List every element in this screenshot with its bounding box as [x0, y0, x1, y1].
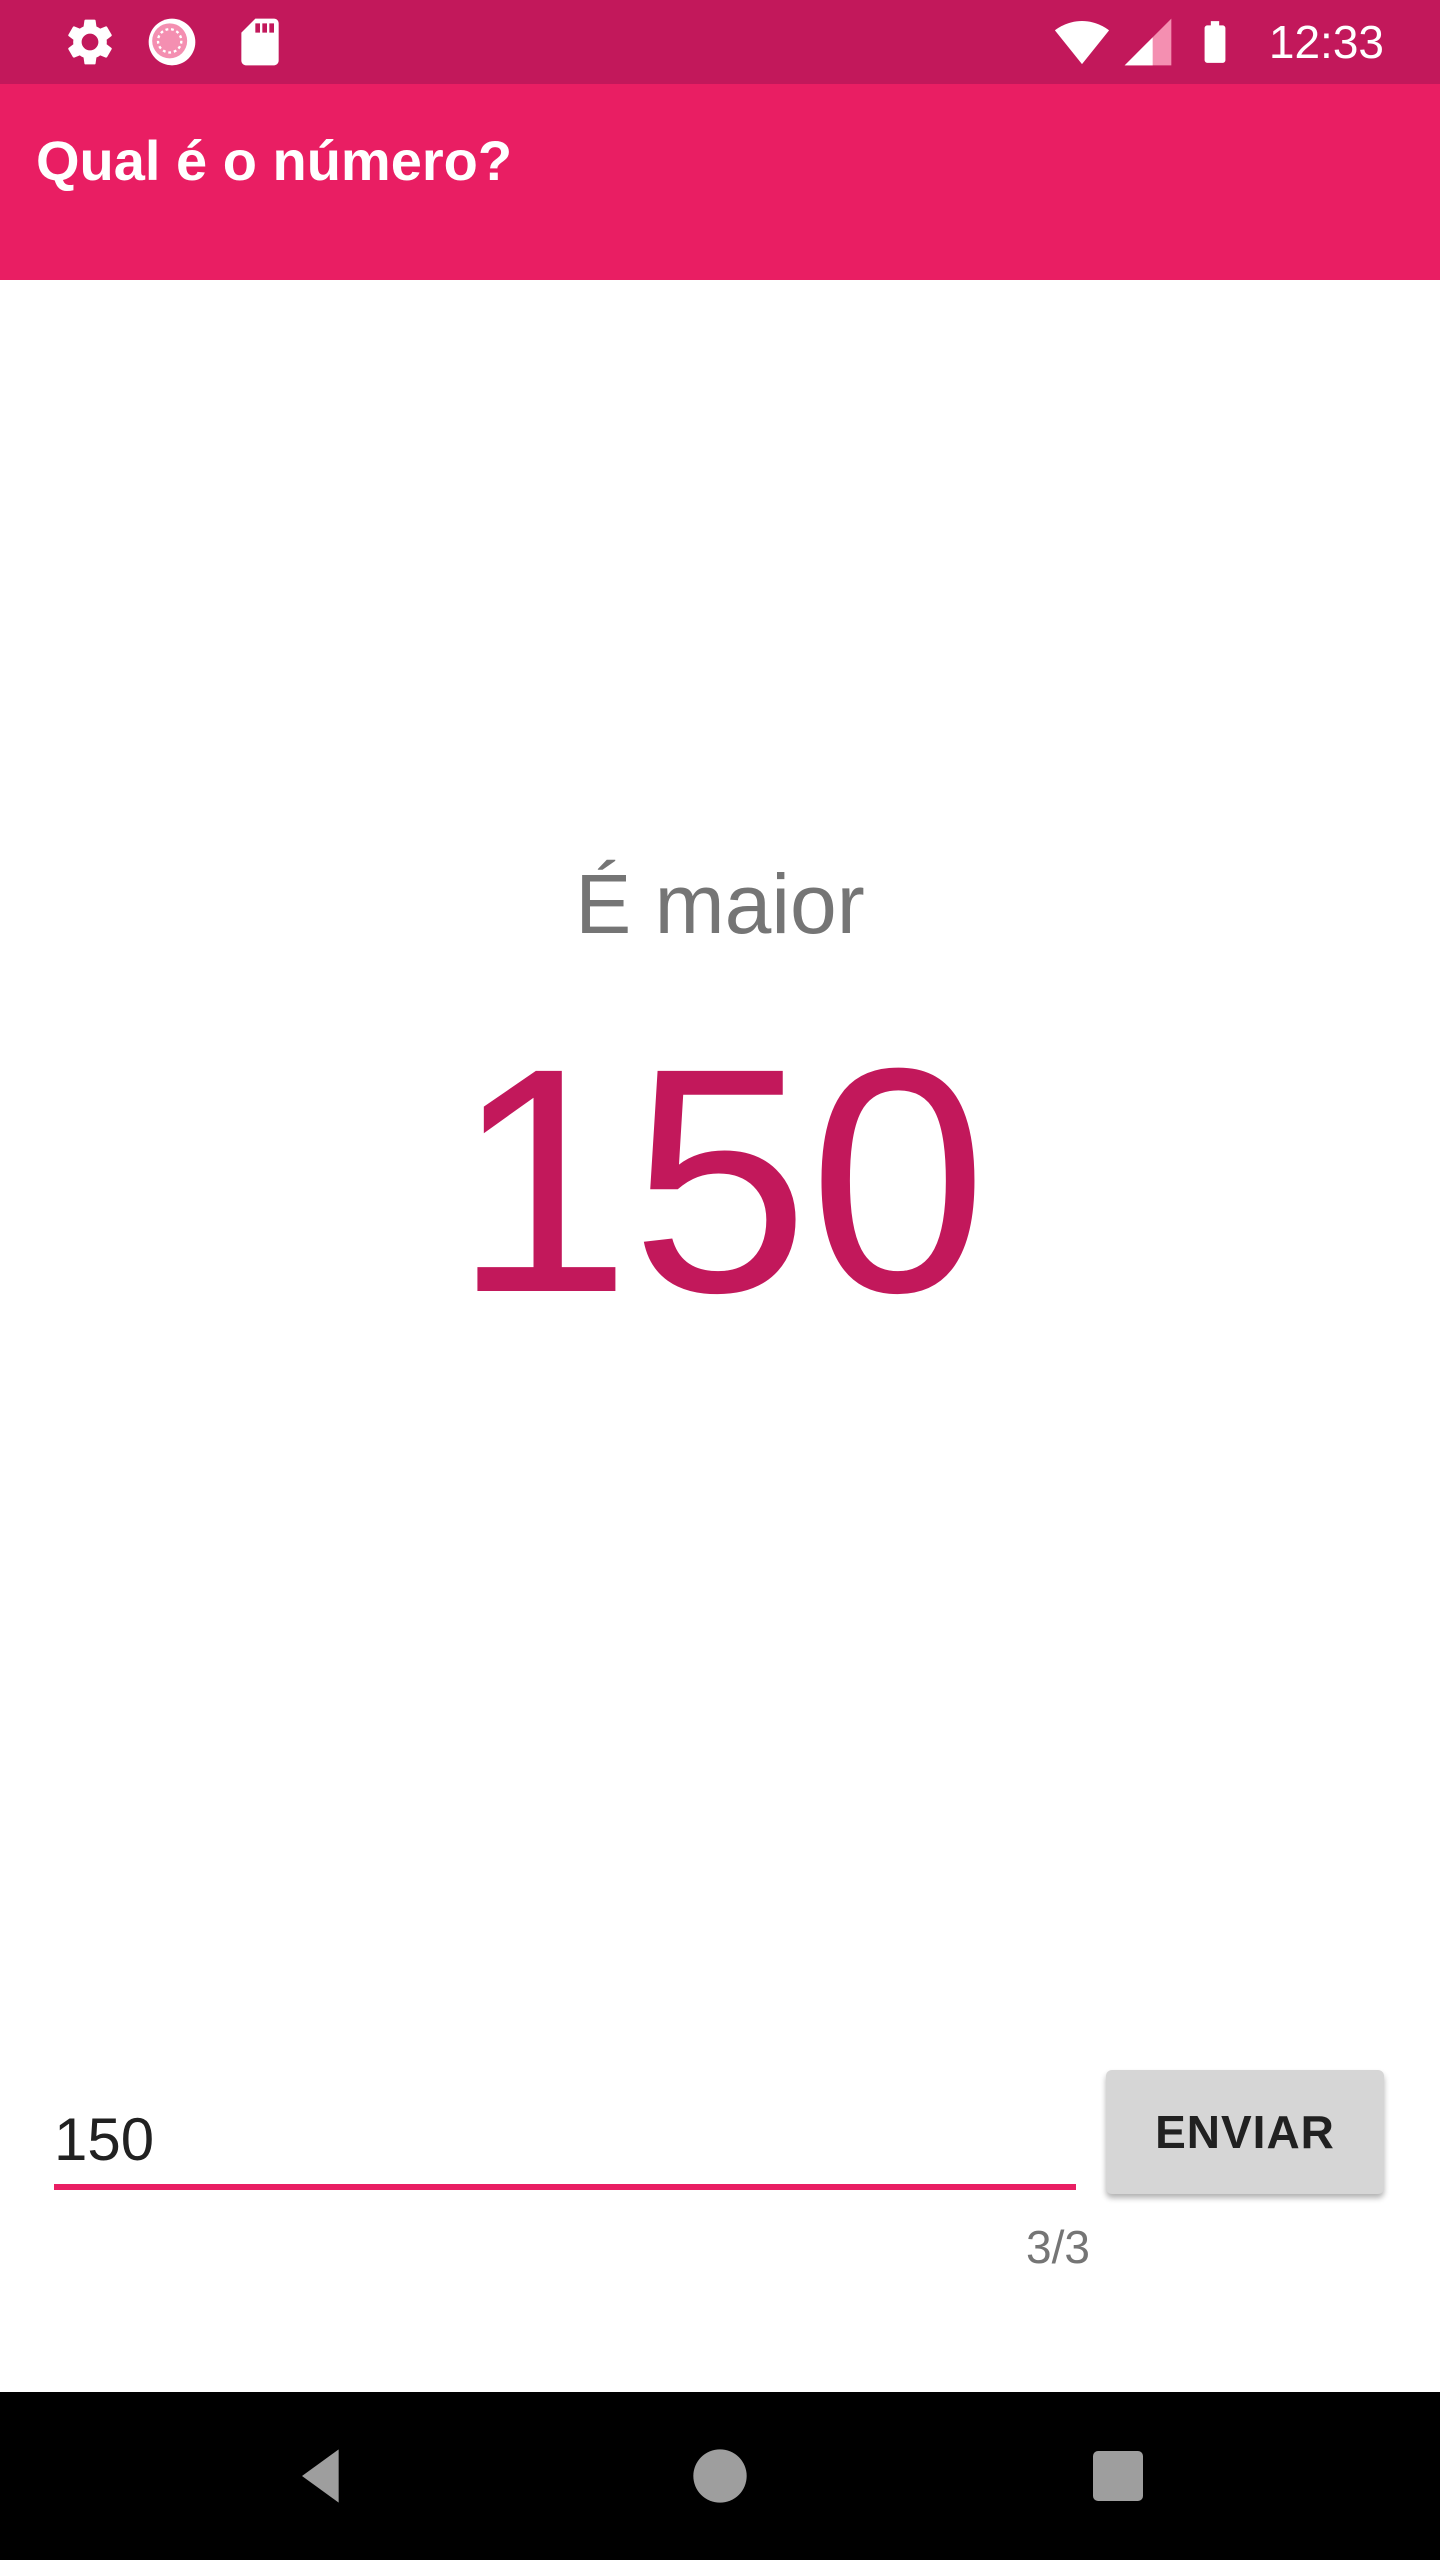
home-icon[interactable]: [680, 2436, 760, 2516]
navigation-bar: [0, 2392, 1440, 2560]
character-counter: 3/3: [1026, 2221, 1090, 2273]
gear-icon: [68, 19, 112, 65]
sync-icon: [148, 18, 196, 66]
back-icon[interactable]: [282, 2436, 362, 2516]
cell-signal-icon: [1124, 18, 1172, 66]
input-underline: [54, 2184, 1076, 2190]
app-title: Qual é o número?: [36, 129, 513, 192]
guess-number: 150: [453, 1001, 987, 1359]
recents-icon[interactable]: [1078, 2436, 1158, 2516]
app-bar: Qual é o número?: [0, 84, 1440, 280]
sd-card-icon: [241, 18, 279, 66]
wifi-icon: [1054, 21, 1110, 65]
send-button[interactable]: ENVIAR: [1106, 2070, 1384, 2194]
status-time: 12:33: [1268, 16, 1384, 68]
number-input[interactable]: [54, 2095, 1076, 2183]
screen: 12:33 Qual é o número? É maior 150 3/3 E…: [0, 0, 1440, 2560]
battery-icon: [1204, 21, 1226, 63]
hint-text: É maior: [575, 857, 865, 951]
status-bar: 12:33: [0, 0, 1440, 84]
